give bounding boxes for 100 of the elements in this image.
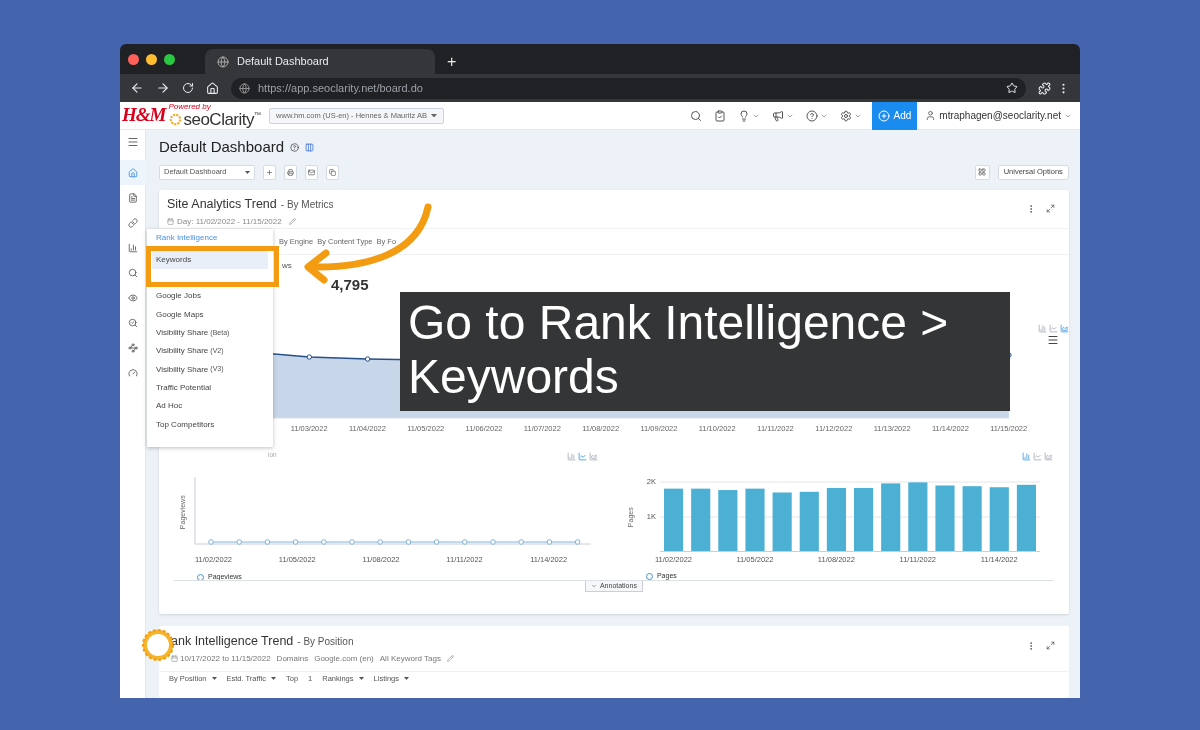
- clipboard-icon: [713, 109, 726, 122]
- bar: [1016, 484, 1036, 552]
- layout-icon[interactable]: [305, 142, 315, 152]
- address-bar[interactable]: https://app.seoclarity.net/board.do: [231, 77, 1026, 99]
- user-menu[interactable]: mtraphagen@seoclarity.net: [917, 108, 1080, 123]
- menu-icon[interactable]: [126, 136, 139, 148]
- filter-label: Domains: [276, 652, 309, 665]
- bar: [826, 487, 846, 552]
- data-point: [546, 539, 553, 545]
- menu-item[interactable]: Keywords: [152, 251, 268, 270]
- data-point: [321, 539, 327, 545]
- grid-view-button[interactable]: [974, 164, 990, 180]
- eye-icon: [127, 292, 138, 303]
- bar: [772, 492, 792, 552]
- sun-logo-icon: [168, 112, 184, 127]
- bookmark-star-icon[interactable]: [1006, 82, 1018, 94]
- globe-icon: [217, 55, 229, 68]
- extensions-icon[interactable]: [1038, 81, 1051, 95]
- gauge-icon: [127, 367, 138, 378]
- bar: [718, 490, 738, 552]
- calendar-icon: [171, 655, 178, 663]
- megaphone-icon: [771, 109, 784, 122]
- data-point: [405, 539, 412, 545]
- data-point: [377, 539, 383, 545]
- bar: [908, 482, 928, 552]
- browser-tab[interactable]: Default Dashboard: [205, 49, 435, 74]
- search-icon: [689, 109, 702, 122]
- date-range: Day: 11/02/2022 - 11/15/2022: [177, 215, 282, 228]
- add-icon: [266, 168, 273, 176]
- user-icon: [925, 110, 937, 121]
- page-title: Default Dashboard: [159, 136, 285, 157]
- bar-chart-icon[interactable]: [1021, 452, 1031, 461]
- add-icon: [877, 109, 890, 122]
- print-button[interactable]: [284, 164, 297, 180]
- metric-value: 4,795: [331, 275, 369, 295]
- reload-icon[interactable]: [182, 82, 194, 94]
- edit-icon[interactable]: [447, 655, 454, 663]
- card-subtitle: - By Metrics: [280, 198, 334, 212]
- caret-icon: [271, 676, 276, 680]
- copy-icon: [329, 168, 336, 176]
- expand-icon[interactable]: [1045, 204, 1055, 213]
- area-chart-icon[interactable]: [588, 452, 598, 461]
- data-point: [574, 539, 581, 545]
- lightbulb-icon: [737, 109, 750, 122]
- data-point: [462, 539, 468, 545]
- chart-menu-icon[interactable]: [1047, 334, 1060, 346]
- document-icon: [127, 192, 138, 203]
- grid-icon: [978, 168, 987, 176]
- copy-button[interactable]: [326, 164, 339, 180]
- search-icon: [127, 267, 138, 278]
- data-point: [236, 539, 242, 545]
- powered-by-label: Powered by: [168, 103, 212, 111]
- link-icon: [127, 217, 138, 228]
- menu-header-link[interactable]: Rank Intelligence: [152, 233, 268, 243]
- zoom-window-button[interactable]: [164, 53, 175, 65]
- caret-icon: [211, 676, 217, 680]
- filter-label: All Keyword Tags: [379, 652, 441, 665]
- bar: [962, 486, 982, 552]
- settings-icon: [839, 109, 852, 122]
- new-tab-button[interactable]: +: [435, 49, 469, 74]
- data-point: [518, 539, 524, 545]
- data-point: [292, 539, 299, 545]
- close-window-button[interactable]: [128, 53, 139, 65]
- filter-label: Google.com (en): [314, 652, 374, 665]
- globe-icon: [239, 82, 250, 94]
- menu-item[interactable]: Traffic Potential: [152, 378, 268, 398]
- tutorial-caption: Go to Rank Intelligence > Keywords: [400, 292, 1010, 411]
- bar: [799, 491, 819, 552]
- area-chart-icon[interactable]: [1043, 452, 1053, 461]
- caret-icon: [430, 113, 437, 118]
- add-button[interactable]: [263, 164, 276, 180]
- forward-icon[interactable]: [156, 81, 170, 95]
- menu-item[interactable]: Google Jobs: [152, 287, 268, 306]
- metric-label: ws: [282, 260, 292, 272]
- home-icon: [127, 167, 138, 178]
- search-check-icon: [127, 317, 138, 328]
- data-point: [349, 539, 355, 545]
- caret-icon: [590, 583, 597, 589]
- bar: [663, 488, 684, 552]
- caret-icon: [358, 676, 364, 680]
- bar: [935, 485, 955, 552]
- minimize-window-button[interactable]: [146, 53, 157, 65]
- bar: [745, 488, 765, 552]
- edit-icon[interactable]: [288, 218, 296, 226]
- card-title: ank Intelligence Trend: [171, 633, 294, 650]
- nodes-icon: [127, 342, 138, 353]
- menu-item[interactable]: Top Competitors: [152, 415, 268, 434]
- help-icon[interactable]: [290, 142, 300, 152]
- back-icon[interactable]: [130, 81, 144, 95]
- mail-button[interactable]: [305, 164, 318, 180]
- filter-label: 10/17/2022 to 11/15/2022: [180, 652, 271, 665]
- expand-icon[interactable]: [1045, 641, 1055, 650]
- menu-item[interactable]: Ad Hoc: [152, 397, 268, 416]
- sidebar-item[interactable]: [120, 160, 146, 185]
- home-icon[interactable]: [206, 81, 219, 95]
- line-chart-icon[interactable]: [577, 452, 587, 461]
- card-subtitle: - By Position: [297, 635, 354, 649]
- calendar-icon: [167, 218, 174, 226]
- brand-logo: seoClarity: [183, 111, 255, 128]
- menu-item[interactable]: Google Maps: [152, 305, 268, 324]
